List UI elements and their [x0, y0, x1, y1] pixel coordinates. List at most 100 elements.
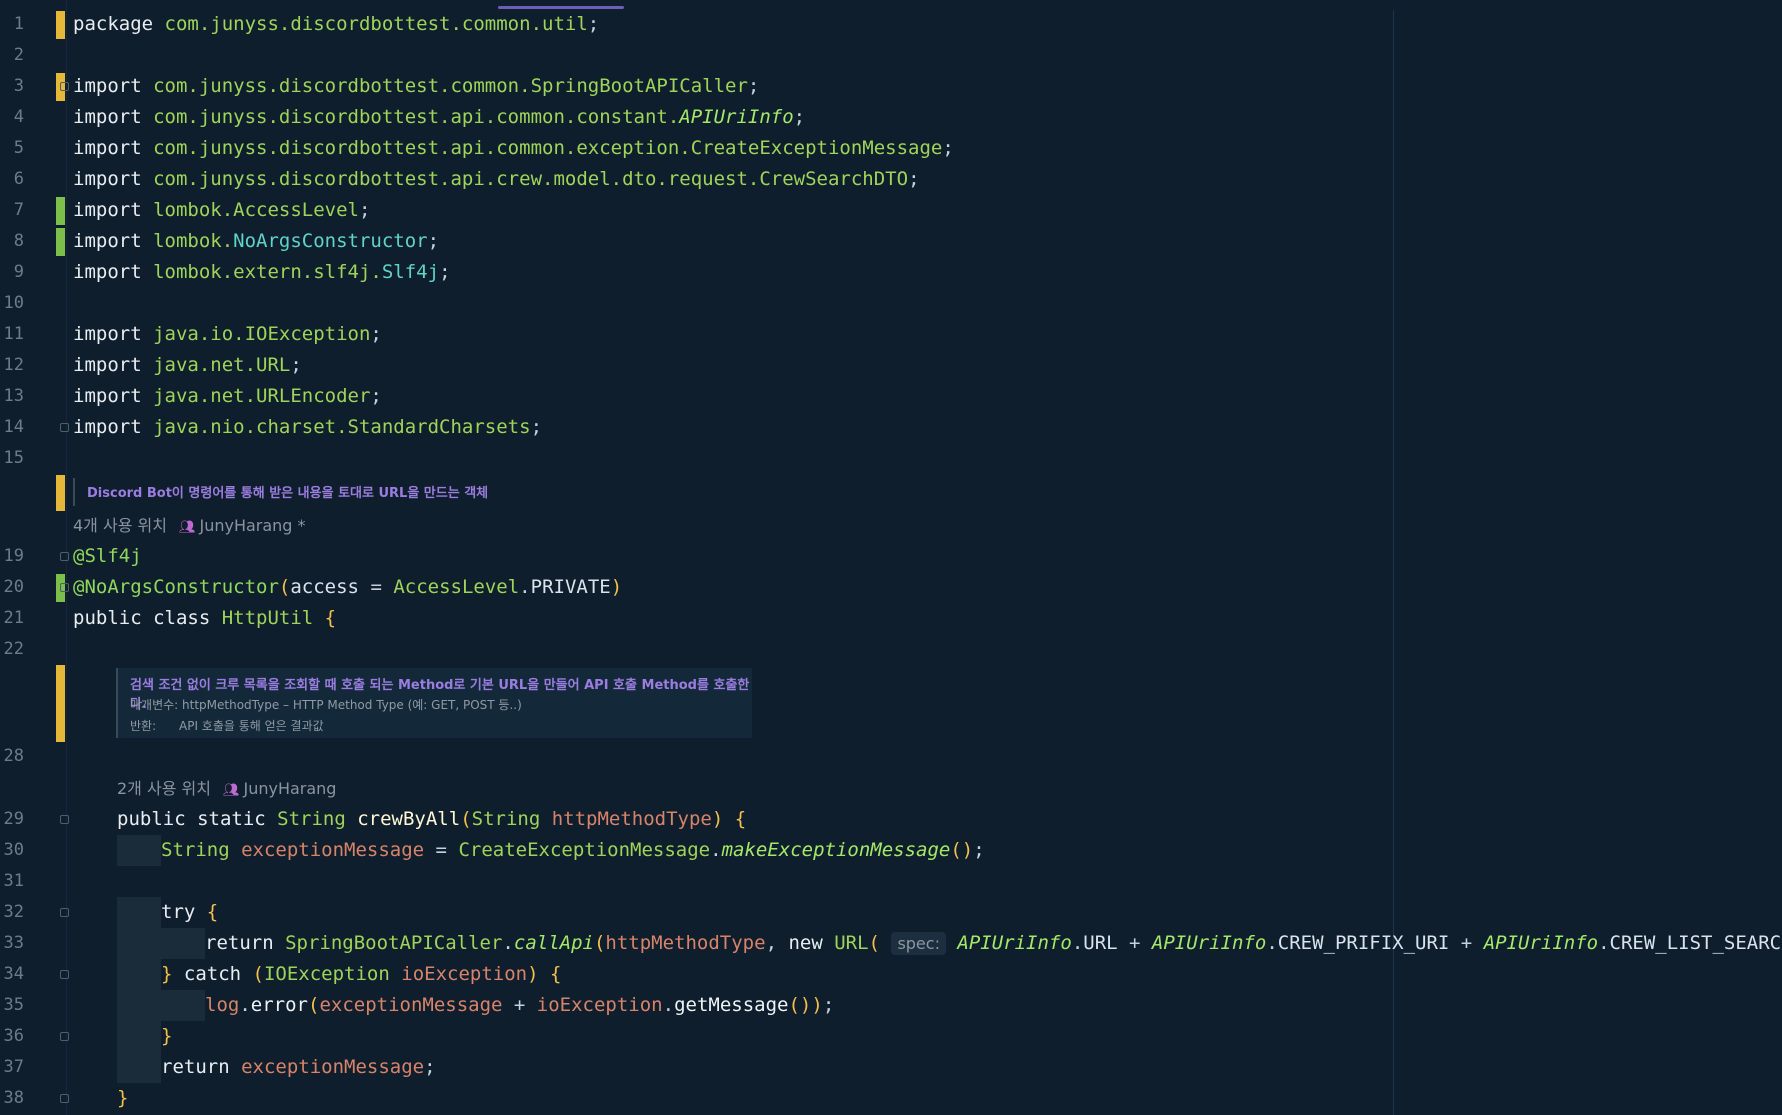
code-token: + — [1129, 932, 1152, 954]
code-token: . — [502, 932, 514, 954]
code-line[interactable]: 19 @Slf4j — [0, 541, 1782, 572]
code-line[interactable]: 15 — [0, 443, 1782, 474]
line-number[interactable]: 9 — [0, 257, 24, 288]
indent-guide — [117, 928, 161, 959]
line-number[interactable]: 35 — [0, 990, 24, 1021]
code-token: callApi — [513, 932, 594, 954]
code-line[interactable]: 28 — [0, 741, 1782, 772]
line-number[interactable]: 37 — [0, 1052, 24, 1083]
line-number[interactable]: 30 — [0, 835, 24, 866]
line-code: @NoArgsConstructor(access = AccessLevel.… — [73, 572, 622, 603]
code-token: httpMethodType — [605, 932, 766, 954]
line-number[interactable]: 6 — [0, 164, 24, 195]
code-line[interactable]: 5 import com.junyss.discordbottest.api.co… — [0, 133, 1782, 164]
line-number[interactable]: 29 — [0, 804, 24, 835]
line-number[interactable]: 21 — [0, 603, 24, 634]
code-editor[interactable]: 1 package com.junyss.discordbottest.commo… — [0, 0, 1782, 1115]
code-line[interactable]: 9 import lombok.extern.slf4j.Slf4j; — [0, 257, 1782, 288]
code-token: ; — [530, 416, 543, 438]
code-line[interactable]: 12 import java.net.URL; — [0, 350, 1782, 381]
fold-toggle-icon[interactable] — [60, 908, 69, 917]
line-number[interactable]: 13 — [0, 381, 24, 412]
line-number[interactable]: 20 — [0, 572, 24, 603]
fold-toggle-icon[interactable] — [60, 815, 69, 824]
code-token: ; — [427, 230, 440, 252]
code-line[interactable]: 29 public static String crewByAll(String … — [0, 804, 1782, 835]
code-token: CREW_LIST_SEARCH — [1609, 932, 1782, 954]
code-line[interactable]: 13 import java.net.URLEncoder; — [0, 381, 1782, 412]
code-token: import — [73, 385, 154, 407]
code-line[interactable]: 20 @NoArgsConstructor(access = AccessLeve… — [0, 572, 1782, 603]
code-line[interactable]: 30 String exceptionMessage = CreateExcept… — [0, 835, 1782, 866]
code-token: ioException — [536, 994, 663, 1016]
line-number[interactable]: 31 — [0, 866, 24, 897]
indent-guide — [117, 835, 161, 866]
line-number[interactable]: 1 — [0, 9, 24, 40]
added-line-marker[interactable] — [56, 228, 65, 256]
code-line[interactable]: 21 public class HttpUtil { — [0, 603, 1782, 634]
code-line[interactable]: 33 return SpringBootAPICaller.callApi(htt… — [0, 928, 1782, 959]
fold-toggle-icon[interactable] — [60, 423, 69, 432]
line-number[interactable]: 2 — [0, 40, 24, 71]
code-token: java.io.IOException — [153, 323, 371, 345]
line-number[interactable]: 28 — [0, 741, 24, 772]
code-line[interactable]: 4 import com.junyss.discordbottest.api.co… — [0, 102, 1782, 133]
code-line[interactable]: 31 — [0, 866, 1782, 897]
fold-toggle-icon[interactable] — [60, 82, 69, 91]
code-line[interactable]: 38} — [0, 1083, 1782, 1114]
line-number[interactable]: 32 — [0, 897, 24, 928]
code-line[interactable]: 14 import java.nio.charset.StandardCharse… — [0, 412, 1782, 443]
line-number[interactable]: 19 — [0, 541, 24, 572]
code-line[interactable]: 32 try { — [0, 897, 1782, 928]
code-line[interactable]: 34} catch (IOException ioException) { — [0, 959, 1782, 990]
method-usage-hint[interactable]: 2개 사용 위치 👥︎ JunyHarang — [117, 773, 336, 806]
line-number[interactable]: 8 — [0, 226, 24, 257]
code-line[interactable]: 8 import lombok.NoArgsConstructor; — [0, 226, 1782, 257]
line-code: @Slf4j — [73, 541, 142, 572]
method-doc-comment[interactable]: 검색 조건 없이 크루 목록을 조회할 때 호출 되는 Method로 기본 U… — [116, 668, 752, 738]
line-number[interactable]: 22 — [0, 634, 24, 665]
line-code: public class HttpUtil { — [73, 603, 336, 634]
line-number[interactable]: 12 — [0, 350, 24, 381]
code-line[interactable]: 11 import java.io.IOException; — [0, 319, 1782, 350]
fold-toggle-icon[interactable] — [60, 583, 69, 592]
fold-toggle-icon[interactable] — [60, 1032, 69, 1041]
modified-line-marker[interactable] — [56, 11, 65, 39]
line-number[interactable]: 5 — [0, 133, 24, 164]
class-usage-hint[interactable]: 4개 사용 위치 👥︎ JunyHarang * — [73, 510, 306, 543]
line-code: } — [73, 1021, 172, 1052]
fold-toggle-icon[interactable] — [60, 1094, 69, 1103]
line-number[interactable]: 3 — [0, 71, 24, 102]
fold-toggle-icon[interactable] — [60, 970, 69, 979]
fold-toggle-icon[interactable] — [60, 552, 69, 561]
code-line[interactable]: 3 import com.junyss.discordbottest.common… — [0, 71, 1782, 102]
code-line[interactable]: 2 — [0, 40, 1782, 71]
line-number[interactable]: 14 — [0, 412, 24, 443]
code-line[interactable]: 1 package com.junyss.discordbottest.commo… — [0, 9, 1782, 40]
line-number[interactable]: 34 — [0, 959, 24, 990]
code-line[interactable]: 37 return exceptionMessage; — [0, 1052, 1782, 1083]
line-number[interactable]: 11 — [0, 319, 24, 350]
line-number[interactable]: 38 — [0, 1083, 24, 1114]
code-token: import — [73, 137, 154, 159]
code-line[interactable]: 22 — [0, 634, 1782, 665]
line-number[interactable]: 15 — [0, 443, 24, 474]
code-line[interactable]: 7 import lombok.AccessLevel; — [0, 195, 1782, 226]
line-number[interactable]: 10 — [0, 288, 24, 319]
line-number[interactable]: 36 — [0, 1021, 24, 1052]
added-line-marker[interactable] — [56, 197, 65, 225]
code-line[interactable]: 6 import com.junyss.discordbottest.api.cr… — [0, 164, 1782, 195]
line-number[interactable]: 33 — [0, 928, 24, 959]
line-number[interactable]: 4 — [0, 102, 24, 133]
line-code: package com.junyss.discordbottest.common… — [73, 9, 599, 40]
class-doc-comment[interactable]: Discord Bot이 명령어를 통해 받은 내용을 토대로 URL을 만드는… — [73, 478, 493, 506]
code-token: httpMethodType — [551, 808, 712, 830]
code-token: . — [1598, 932, 1610, 954]
code-line[interactable]: 35 log.error(exceptionMessage + ioExcepti… — [0, 990, 1782, 1021]
line-number[interactable]: 7 — [0, 195, 24, 226]
code-token: APIUriInfo — [1483, 932, 1599, 954]
code-token: NoArgsConstructor — [233, 230, 428, 252]
code-line[interactable]: 10 — [0, 288, 1782, 319]
code-line[interactable]: 36} — [0, 1021, 1782, 1052]
